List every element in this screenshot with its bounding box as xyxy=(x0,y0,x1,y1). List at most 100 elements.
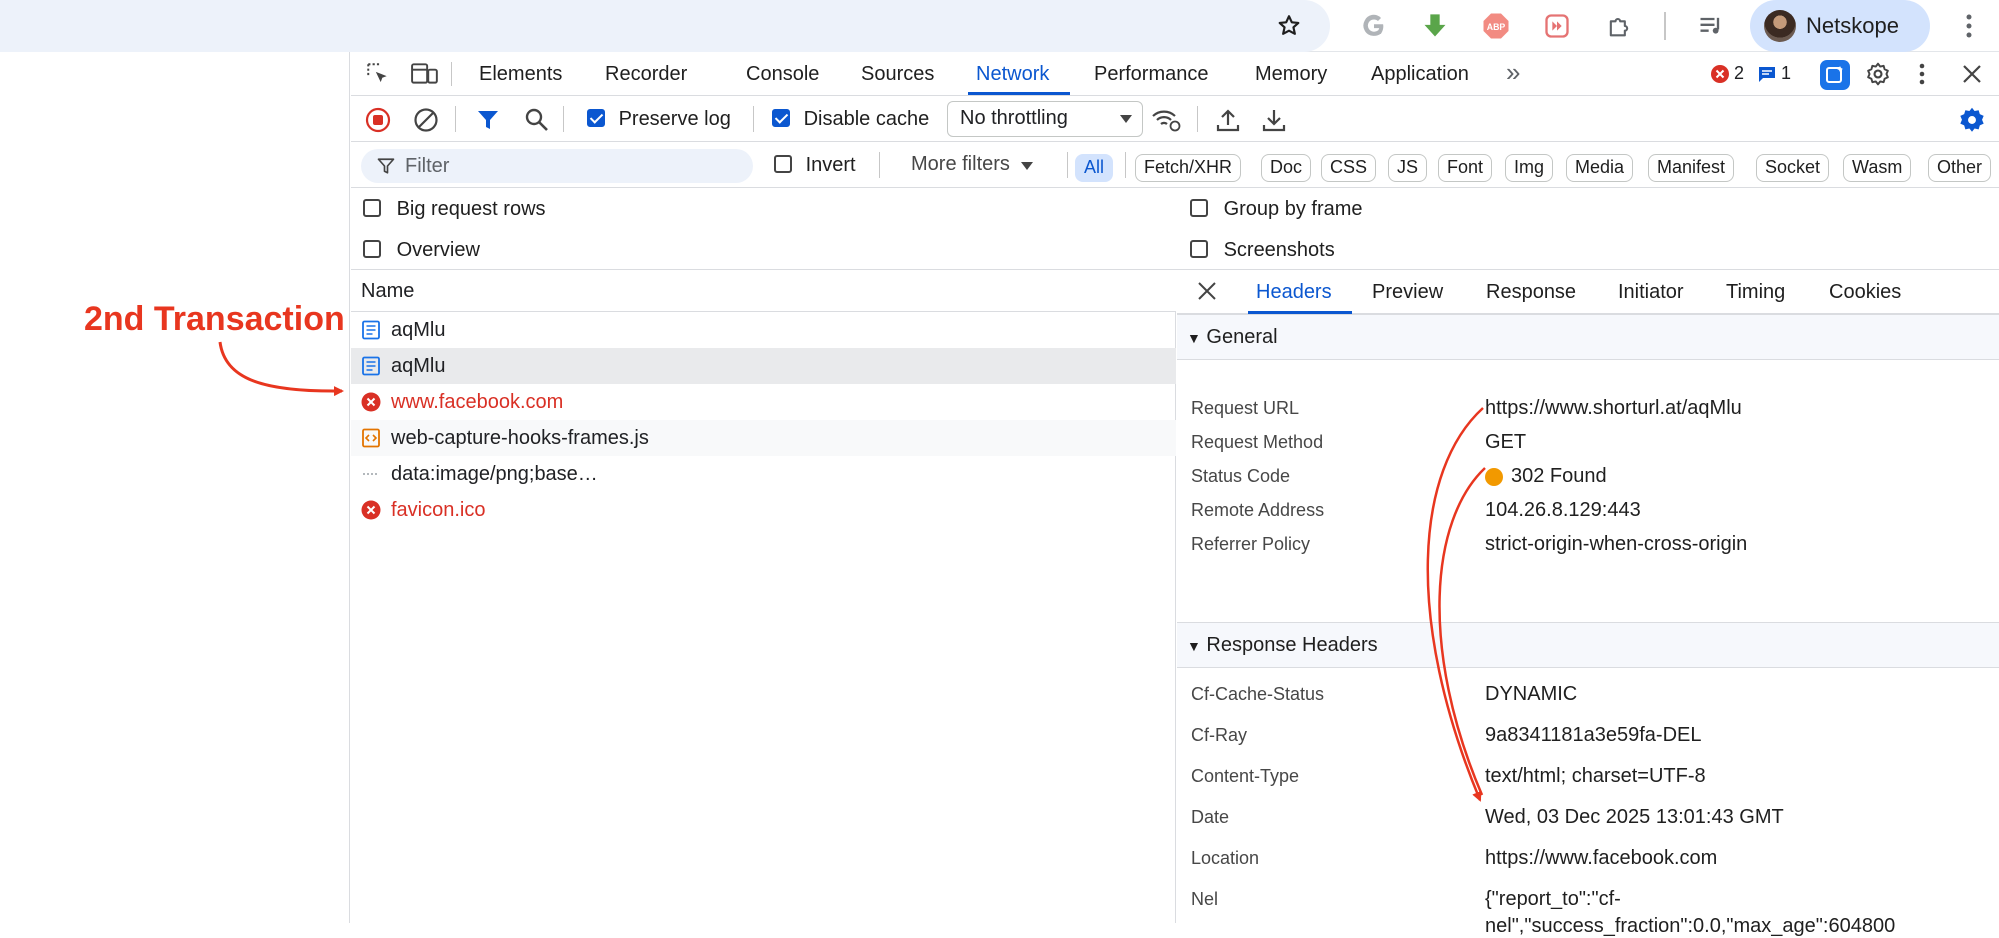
more-filters-button[interactable]: More filters xyxy=(911,153,1034,176)
tab-initiator[interactable]: Initiator xyxy=(1618,270,1684,314)
puzzle-icon[interactable] xyxy=(1603,10,1635,42)
type-filter-socket[interactable]: Socket xyxy=(1756,154,1830,182)
type-filter-js[interactable]: JS xyxy=(1388,154,1428,182)
big-request-rows-checkbox[interactable]: Big request rows xyxy=(363,198,546,221)
response-headers-title: Response Headers xyxy=(1206,634,1378,656)
response-headers-section-header[interactable]: ▼ Response Headers xyxy=(1177,622,1999,668)
record-stop-icon[interactable] xyxy=(365,107,391,138)
toolbar-divider xyxy=(1664,12,1666,40)
tab-elements[interactable]: Elements xyxy=(479,52,562,96)
network-settings-icon[interactable] xyxy=(1958,106,1986,139)
tab-performance[interactable]: Performance xyxy=(1094,52,1209,96)
invert-check[interactable] xyxy=(774,154,792,173)
disable-cache-check[interactable] xyxy=(772,108,790,127)
tab-application[interactable]: Application xyxy=(1371,52,1469,96)
type-filter-font[interactable]: Font xyxy=(1438,154,1493,182)
header-key: Request URL xyxy=(1191,398,1300,418)
general-section-header[interactable]: ▼ General xyxy=(1177,314,1999,360)
google-icon[interactable] xyxy=(1358,10,1390,42)
request-row[interactable]: data:image/png;base… xyxy=(351,456,1176,492)
request-row-selected[interactable]: aqMlu xyxy=(351,348,1176,384)
search-icon[interactable] xyxy=(524,107,550,138)
invert-checkbox[interactable]: Invert xyxy=(774,154,856,177)
type-filter-wasm[interactable]: Wasm xyxy=(1843,154,1912,182)
type-filter-css[interactable]: CSS xyxy=(1321,154,1377,182)
tab-response[interactable]: Response xyxy=(1486,270,1576,314)
kebab-menu-icon[interactable] xyxy=(1918,61,1926,92)
network-conditions-icon[interactable] xyxy=(1151,107,1181,138)
device-toolbar-icon[interactable] xyxy=(411,61,439,92)
big-request-rows-check[interactable] xyxy=(363,198,381,217)
close-details-icon[interactable] xyxy=(1197,281,1217,306)
group-by-frame-check[interactable] xyxy=(1190,198,1208,217)
download-har-icon[interactable] xyxy=(1261,107,1287,138)
type-filter-manifest[interactable]: Manifest xyxy=(1648,154,1735,182)
message-counter[interactable]: 1 xyxy=(1757,63,1791,84)
throttling-select[interactable]: No throttling xyxy=(947,101,1143,137)
name-column-header[interactable]: Name xyxy=(351,270,1176,312)
overview-check[interactable] xyxy=(363,239,381,258)
address-bar[interactable] xyxy=(0,0,1330,52)
type-filter-img[interactable]: Img xyxy=(1505,154,1554,182)
tab-console[interactable]: Console xyxy=(746,52,819,96)
tab-network[interactable]: Network xyxy=(976,52,1049,96)
filter-icon[interactable] xyxy=(476,108,500,137)
group-by-frame-checkbox[interactable]: Group by frame xyxy=(1190,198,1363,221)
request-row[interactable]: favicon.ico xyxy=(351,492,1176,528)
header-value: 9a8341181a3e59fa-DEL xyxy=(1485,724,1702,746)
screenshots-checkbox[interactable]: Screenshots xyxy=(1190,239,1335,262)
type-filter-all[interactable]: All xyxy=(1075,154,1114,182)
header-key: Date xyxy=(1191,807,1230,827)
devtools-panel: Elements Recorder Console Sources Networ… xyxy=(351,52,1999,937)
inspect-element-icon[interactable] xyxy=(365,61,391,92)
clear-icon[interactable] xyxy=(413,107,439,138)
extension-icon[interactable] xyxy=(1541,10,1573,42)
header-key: Location xyxy=(1191,848,1260,868)
close-icon[interactable] xyxy=(1961,63,1983,90)
disable-cache-checkbox[interactable]: Disable cache xyxy=(772,108,929,131)
type-filter-media[interactable]: Media xyxy=(1566,154,1634,182)
type-filter-other[interactable]: Other xyxy=(1928,154,1992,182)
tab-timing[interactable]: Timing xyxy=(1726,270,1785,314)
type-filter-doc[interactable]: Doc xyxy=(1261,154,1312,182)
header-value: https://www.shorturl.at/aqMlu xyxy=(1485,397,1742,419)
document-icon xyxy=(362,320,380,340)
overview-label: Overview xyxy=(396,239,480,261)
tab-memory[interactable]: Memory xyxy=(1255,52,1327,96)
tab-preview[interactable]: Preview xyxy=(1372,270,1443,314)
request-row[interactable]: web-capture-hooks-frames.js xyxy=(351,420,1176,456)
tab-recorder[interactable]: Recorder xyxy=(605,52,687,96)
request-row[interactable]: www.facebook.com xyxy=(351,384,1176,420)
header-key: Cf-Cache-Status xyxy=(1191,684,1325,704)
download-icon[interactable] xyxy=(1419,10,1451,42)
network-settings: Big request rows Group by frame Overview… xyxy=(351,188,1999,270)
tab-sources[interactable]: Sources xyxy=(861,52,934,96)
media-icon[interactable] xyxy=(1695,10,1727,42)
more-tabs-button[interactable]: » xyxy=(1506,50,1520,94)
gear-icon[interactable] xyxy=(1865,61,1891,92)
overview-checkbox[interactable]: Overview xyxy=(363,239,480,262)
error-counter[interactable]: 2 xyxy=(1710,63,1744,84)
tab-headers[interactable]: Headers xyxy=(1256,270,1332,314)
adblock-icon[interactable]: ABP xyxy=(1480,10,1512,42)
devtools-tab-bar: Elements Recorder Console Sources Networ… xyxy=(351,52,1999,96)
preserve-log-checkbox[interactable]: Preserve log xyxy=(587,108,731,131)
screenshots-check[interactable] xyxy=(1190,239,1208,258)
more-icon[interactable] xyxy=(1953,10,1985,42)
filter-input[interactable]: Filter xyxy=(361,149,753,183)
request-name: aqMlu xyxy=(391,355,446,377)
message-icon xyxy=(1759,66,1775,82)
preserve-log-check[interactable] xyxy=(587,108,605,127)
disable-cache-label: Disable cache xyxy=(803,108,930,130)
network-toolbar: Preserve log Disable cache No throttling xyxy=(351,96,1999,142)
header-value: 104.26.8.129:443 xyxy=(1485,499,1641,521)
tab-divider xyxy=(451,62,452,86)
header-value: text/html; charset=UTF-8 xyxy=(1485,765,1706,787)
star-icon[interactable] xyxy=(1273,10,1305,42)
ai-assistance-icon[interactable] xyxy=(1820,60,1850,90)
upload-icon[interactable] xyxy=(1215,107,1241,138)
request-row[interactable]: aqMlu xyxy=(351,312,1176,348)
type-filter-fetch-xhr[interactable]: Fetch/XHR xyxy=(1135,154,1242,182)
profile-button[interactable]: Netskope xyxy=(1750,0,1930,52)
tab-cookies[interactable]: Cookies xyxy=(1829,270,1901,314)
